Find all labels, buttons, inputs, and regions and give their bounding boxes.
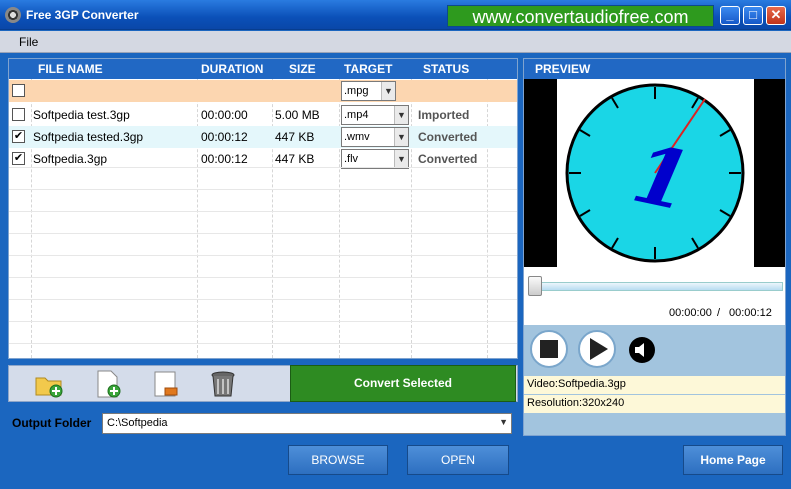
home-page-button[interactable]: Home Page [683, 445, 783, 475]
stop-button[interactable] [530, 330, 568, 368]
website-banner-link[interactable]: www.convertaudiofree.com [447, 5, 714, 27]
output-folder-label: Output Folder [12, 416, 92, 430]
menu-bar: File [0, 31, 791, 53]
filter-row: .mpg ▼ [9, 80, 517, 102]
row-file-name: Softpedia tested.3gp [33, 130, 144, 144]
filter-target-select[interactable]: .mpg ▼ [341, 81, 396, 101]
add-file-icon[interactable] [91, 369, 123, 399]
row-target-select[interactable]: .flv ▼ [341, 149, 409, 169]
maximize-button[interactable]: □ [743, 6, 763, 25]
row-checkbox[interactable] [12, 108, 25, 121]
resolution-label: Resolution:320x240 [524, 395, 785, 413]
preview-title: PREVIEW [524, 59, 785, 79]
browse-button[interactable]: BROWSE [288, 445, 388, 475]
minimize-button[interactable]: _ [720, 6, 740, 25]
row-target-select[interactable]: .wmv ▼ [341, 127, 409, 147]
total-time: 00:00:12 [729, 307, 772, 319]
row-duration: 00:00:12 [201, 152, 248, 166]
current-time: 00:00:00 [669, 307, 712, 319]
row-file-name: Softpedia test.3gp [33, 108, 130, 122]
clock-face-image: 1 [565, 83, 745, 263]
video-frame: 1 [524, 79, 785, 267]
trash-icon[interactable] [207, 369, 239, 399]
row-target-value: .wmv [344, 131, 370, 143]
table-row[interactable]: ✔ Softpedia tested.3gp 00:00:12 447 KB .… [9, 126, 517, 148]
title-bar: Free 3GP Converter www.convertaudiofree.… [0, 0, 791, 30]
stop-icon [540, 340, 558, 358]
column-status[interactable]: STATUS [423, 62, 469, 76]
filter-target-value: .mpg [344, 85, 369, 97]
row-target-value: .mp4 [344, 109, 369, 121]
preview-panel: PREVIEW 1 00:00:00 / 00:00:12 Video:Soft… [523, 58, 786, 436]
chevron-down-icon: ▼ [394, 128, 408, 146]
column-duration[interactable]: DURATION [201, 62, 263, 76]
time-separator: / [717, 307, 721, 319]
row-status: Imported [418, 108, 470, 122]
row-duration: 00:00:12 [201, 130, 248, 144]
file-grid: FILE NAME DURATION SIZE TARGET STATUS .m… [8, 58, 518, 359]
row-status: Converted [418, 130, 478, 144]
seek-slider-handle[interactable] [528, 276, 542, 296]
row-size: 447 KB [275, 152, 315, 166]
play-icon [590, 338, 608, 360]
seek-area: 00:00:00 / 00:00:12 [524, 267, 785, 325]
empty-grid-area [9, 167, 517, 358]
output-folder-path: C:\Softpedia [107, 417, 168, 429]
select-all-checkbox[interactable] [12, 84, 25, 97]
film-reel-icon [5, 7, 21, 23]
column-size[interactable]: SIZE [289, 62, 316, 76]
grid-header: FILE NAME DURATION SIZE TARGET STATUS [9, 59, 517, 79]
chevron-down-icon: ▼ [499, 417, 508, 427]
convert-selected-button[interactable]: Convert Selected [290, 365, 516, 402]
row-target-select[interactable]: .mp4 ▼ [341, 105, 409, 125]
add-folder-icon[interactable] [33, 369, 65, 399]
play-button[interactable] [578, 330, 616, 368]
column-file-name[interactable]: FILE NAME [38, 62, 103, 76]
volume-icon[interactable] [627, 336, 657, 364]
row-size: 5.00 MB [275, 108, 320, 122]
remove-file-icon[interactable] [149, 369, 181, 399]
video-name-label: Video:Softpedia.3gp [524, 376, 785, 394]
output-folder-select[interactable]: C:\Softpedia ▼ [102, 413, 512, 434]
app-window: Free 3GP Converter www.convertaudiofree.… [0, 0, 791, 489]
open-button[interactable]: OPEN [407, 445, 509, 475]
row-checkbox[interactable]: ✔ [12, 130, 25, 143]
row-file-name: Softpedia.3gp [33, 152, 108, 166]
chevron-down-icon: ▼ [381, 82, 395, 100]
column-target[interactable]: TARGET [344, 62, 392, 76]
table-row[interactable]: Softpedia test.3gp 00:00:00 5.00 MB .mp4… [9, 104, 517, 126]
row-target-value: .flv [344, 153, 359, 165]
row-duration: 00:00:00 [201, 108, 248, 122]
row-status: Converted [418, 152, 478, 166]
row-checkbox[interactable]: ✔ [12, 152, 25, 165]
chevron-down-icon: ▼ [394, 106, 408, 124]
seek-slider[interactable] [531, 282, 783, 291]
window-title: Free 3GP Converter [26, 8, 139, 22]
chevron-down-icon: ▼ [394, 150, 408, 168]
close-button[interactable]: ✕ [766, 6, 786, 25]
menu-file[interactable]: File [19, 35, 38, 49]
row-size: 447 KB [275, 130, 315, 144]
